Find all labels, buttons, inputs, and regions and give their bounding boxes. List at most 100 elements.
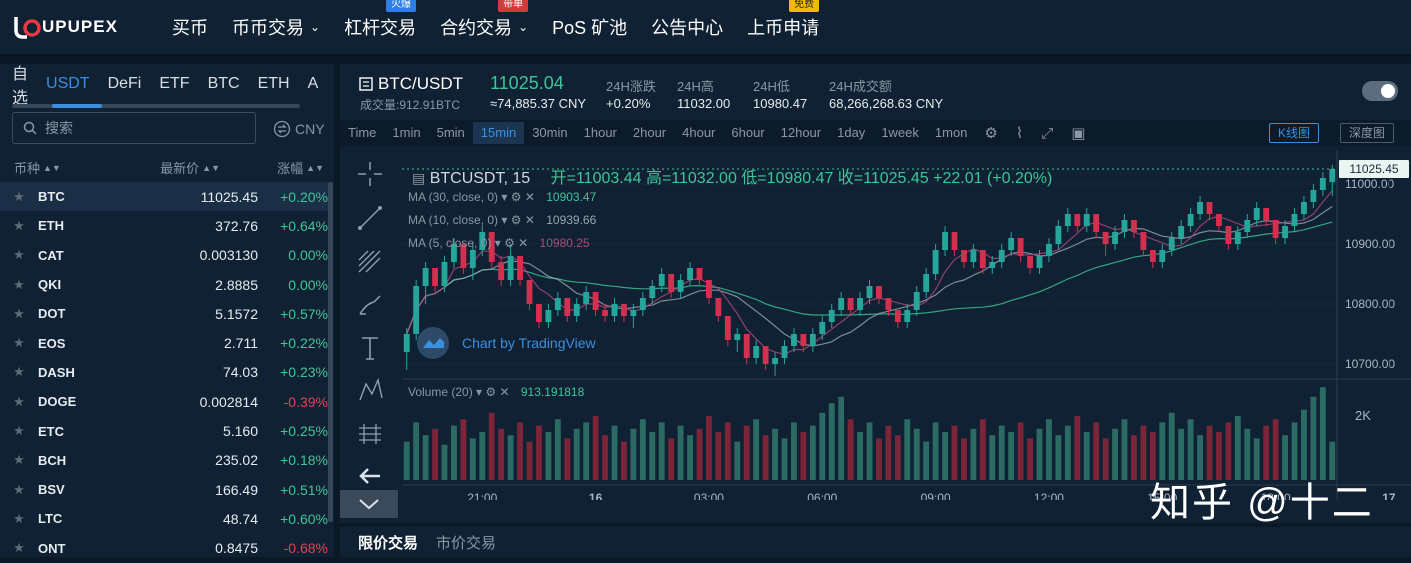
interval-12hour[interactable]: 12hour [773,122,829,144]
market-row[interactable]: ★ DOT 5.1572 +0.57% [0,299,328,328]
indicator-icon[interactable]: ⌇ [1016,124,1023,142]
row-change: -0.39% [283,393,328,410]
interval-1min[interactable]: 1min [384,122,428,144]
candle-body [517,256,523,280]
market-row[interactable]: ★ DOGE 0.002814 -0.39% [0,387,328,416]
interval-1hour[interactable]: 1hour [576,122,625,144]
nav-item-5[interactable]: 公告中心 [651,14,723,40]
market-row[interactable]: ★ ONT 0.8475 -0.68% [0,534,328,563]
x-tick-label: 17 [1382,491,1396,500]
market-row[interactable]: ★ DASH 74.03 +0.23% [0,358,328,387]
candle-body [1225,226,1232,244]
star-icon[interactable]: ★ [0,423,38,439]
interval-5min[interactable]: 5min [429,122,473,144]
row-price: 0.8475 [215,540,258,557]
nav-item-4[interactable]: PoS 矿池 [552,14,627,40]
nav-item-2[interactable]: 杠杆交易 火爆 [344,0,417,40]
order-tab-1[interactable]: 市价交易 [436,532,496,553]
watermark: 知乎 @十二 [1150,481,1374,525]
candlestick-chart[interactable]: 11000.00 10900.00 10800.00 10700.00 2K 21:00 1… [402,150,1411,505]
interval-4hour[interactable]: 4hour [674,122,723,144]
crosshair-icon[interactable] [356,160,384,188]
market-tab-0[interactable]: 自选 [12,60,28,108]
trend-line-icon[interactable] [356,204,384,232]
tradingview-branding[interactable]: Chart by TradingView [416,326,596,360]
pair-selector[interactable]: BTC/USDT [358,74,463,94]
market-row[interactable]: ★ ETH 372.76 +0.64% [0,211,328,240]
interval-15min[interactable]: 15min [472,122,525,144]
candle-body [1140,232,1147,250]
market-tab-4[interactable]: BTC [208,75,240,93]
market-search[interactable] [12,112,256,144]
order-tab-0[interactable]: 限价交易 [358,532,418,553]
save-icon[interactable]: ▣ [1071,124,1085,142]
ma10-legend[interactable]: MA (10, close, 0) ▾ ⚙ ✕ 10939.66 [408,213,596,227]
row-price: 0.002814 [199,393,258,410]
fib-tool-icon[interactable] [356,248,384,276]
star-icon[interactable]: ★ [0,540,38,556]
interval-Time[interactable]: Time [340,122,384,144]
star-icon[interactable]: ★ [0,511,38,527]
interval-1week[interactable]: 1week [873,122,927,144]
interval-2hour[interactable]: 2hour [625,122,674,144]
sort-price[interactable]: 最新价 ▲▼ [120,158,220,177]
ma5-legend[interactable]: MA (5, close, 0) ▾ ⚙ ✕ 10980.25 [408,236,590,250]
candle-body [1310,190,1317,202]
back-arrow-icon[interactable] [356,462,384,490]
market-row[interactable]: ★ QKI 2.8885 0.00% [0,270,328,299]
market-tab-6[interactable]: A [308,75,319,93]
market-tab-2[interactable]: DeFi [108,75,142,93]
volume-bar [479,432,486,480]
market-row[interactable]: ★ LTC 48.74 +0.60% [0,504,328,533]
theme-toggle[interactable] [1362,81,1398,101]
toolbar-collapse[interactable] [340,490,398,518]
brand-logo[interactable]: UPUPEX [12,14,118,40]
sort-symbol[interactable]: 币种 ▲▼ [0,158,120,177]
candle-body [894,310,901,322]
brush-icon[interactable] [356,292,384,320]
interval-6hour[interactable]: 6hour [723,122,772,144]
star-icon[interactable]: ★ [0,452,38,468]
currency-toggle[interactable]: CNY [273,120,325,138]
interval-1day[interactable]: 1day [829,122,873,144]
market-tab-3[interactable]: ETF [159,75,189,93]
nav-item-3[interactable]: 合约交易 ⌄ 带单 [440,0,529,40]
pattern-tool-icon[interactable] [356,376,384,404]
candle-body [1206,202,1213,214]
market-row[interactable]: ★ BCH 235.02 +0.18% [0,446,328,475]
market-tab-5[interactable]: ETH [258,75,290,93]
search-input[interactable] [45,120,235,136]
interval-30min[interactable]: 30min [524,122,575,144]
volume-legend[interactable]: Volume (20) ▾ ⚙ ✕ 913.191818 [408,385,584,399]
measure-icon[interactable] [356,420,384,448]
market-row[interactable]: ★ ETC 5.160 +0.25% [0,416,328,445]
kline-view-button[interactable]: K线图 [1269,123,1320,143]
sort-change[interactable]: 涨幅 ▲▼ [220,158,328,177]
depth-view-button[interactable]: 深度图 [1340,123,1395,143]
star-icon[interactable]: ★ [0,335,38,351]
last-price-cny: ≈74,885.37 CNY [490,96,587,111]
star-icon[interactable]: ★ [0,306,38,322]
ma30-legend[interactable]: MA (30, close, 0) ▾ ⚙ ✕ 10903.47 [408,190,596,204]
nav-item-1[interactable]: 币币交易 ⌄ [232,14,320,40]
market-tab-1[interactable]: USDT [46,75,90,93]
star-icon[interactable]: ★ [0,482,38,498]
star-icon[interactable]: ★ [0,189,38,205]
market-row[interactable]: ★ BSV 166.49 +0.51% [0,475,328,504]
interval-1mon[interactable]: 1mon [927,122,976,144]
market-row[interactable]: ★ BTC 11025.45 +0.20% [0,182,328,212]
text-tool-icon[interactable] [356,334,384,362]
gear-icon[interactable]: ⚙ [984,124,997,142]
market-row[interactable]: ★ CAT 0.003130 0.00% [0,241,328,270]
list-scrollbar[interactable] [328,182,333,522]
nav-item-0[interactable]: 买币 [172,14,208,40]
star-icon[interactable]: ★ [0,364,38,380]
candle-body [951,232,958,250]
star-icon[interactable]: ★ [0,394,38,410]
nav-item-6[interactable]: 上币申请 免费 [747,0,820,40]
star-icon[interactable]: ★ [0,277,38,293]
fullscreen-icon[interactable]: ⤢ [1041,125,1053,142]
market-row[interactable]: ★ EOS 2.711 +0.22% [0,328,328,357]
star-icon[interactable]: ★ [0,247,38,263]
star-icon[interactable]: ★ [0,218,38,234]
